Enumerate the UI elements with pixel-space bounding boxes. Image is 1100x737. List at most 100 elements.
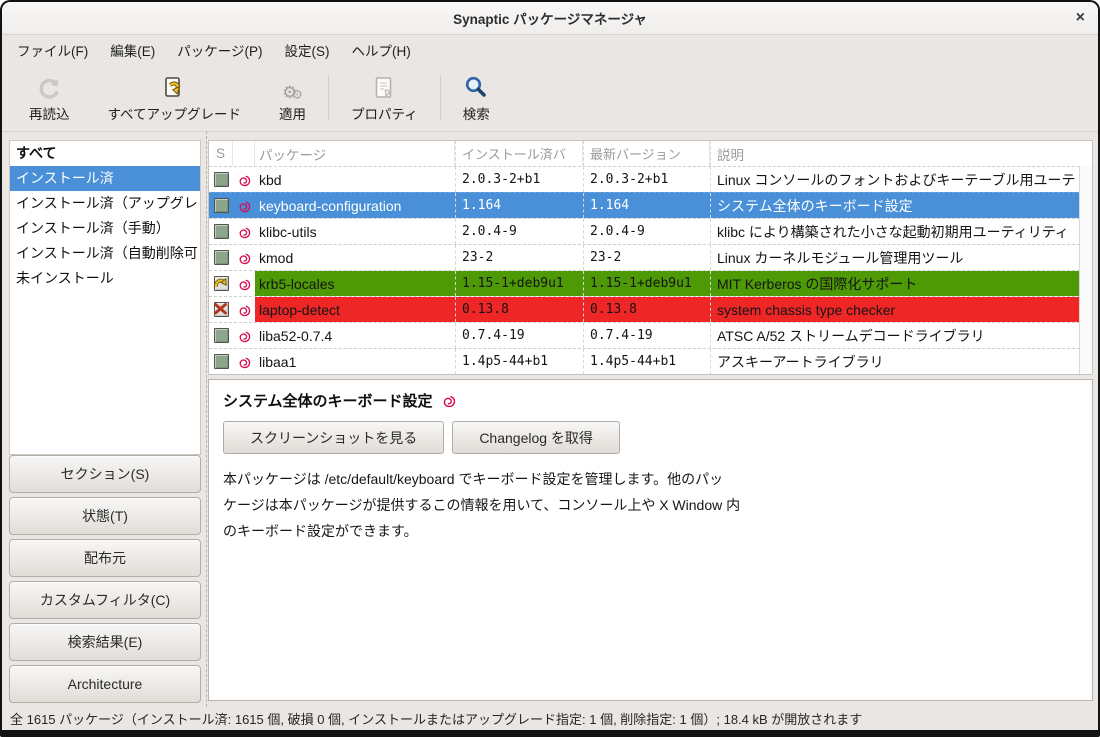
filter-view-buttons: セクション(S) 状態(T) 配布元 カスタムフィルタ(C) 検索結果(E) A… — [9, 455, 201, 703]
status-bar: 全 1615 パッケージ（インストール済: 1615 個, 破損 0 個, イン… — [2, 707, 1098, 730]
package-table: S パッケージ インストール済バ 最新バージョン 説明 kbd 2.0.3-2+… — [208, 140, 1093, 375]
filter-installed-manual[interactable]: インストール済（手動） — [10, 216, 200, 241]
menu-help[interactable]: ヘルプ(H) — [340, 35, 421, 65]
apply-button[interactable]: ⚙⚙ 適用 — [260, 65, 325, 131]
window-title: Synaptic パッケージマネージャ — [453, 8, 647, 28]
detail-description-line: ケージは本パッケージが提供するこの情報を用いて、コンソール上や X Window… — [223, 492, 1078, 518]
marked-upgrade-icon[interactable] — [209, 271, 233, 296]
menu-edit[interactable]: 編集(E) — [99, 35, 166, 65]
table-row-marked-remove[interactable]: laptop-detect 0.13.8 0.13.8 system chass… — [209, 296, 1080, 322]
status-text: 全 1615 パッケージ（インストール済: 1615 個, 破損 0 個, イン… — [10, 709, 862, 728]
sidebar: すべて インストール済 インストール済（アップグレ インストール済（手動） イン… — [2, 131, 207, 707]
package-description: アスキーアートライブラリ — [710, 349, 1080, 374]
table-row[interactable]: libaa1 1.4p5-44+b1 1.4p5-44+b1 アスキーアートライ… — [209, 348, 1080, 374]
toolbar-separator — [328, 75, 329, 121]
table-row[interactable]: kmod 23-2 23-2 Linux カーネルモジュール管理用ツール — [209, 244, 1080, 270]
header-package[interactable]: パッケージ — [255, 141, 455, 166]
latest-version: 1.15-1+deb9u1 — [583, 271, 710, 296]
installed-checkbox-icon[interactable] — [209, 193, 233, 218]
debian-swirl-icon — [441, 393, 456, 408]
table-row[interactable]: klibc-utils 2.0.4-9 2.0.4-9 klibc により構築さ… — [209, 218, 1080, 244]
table-row-marked-upgrade[interactable]: krb5-locales 1.15-1+deb9u1 1.15-1+deb9u1… — [209, 270, 1080, 296]
package-name: laptop-detect — [255, 297, 455, 322]
filter-not-installed[interactable]: 未インストール — [10, 266, 200, 291]
package-name: klibc-utils — [255, 219, 455, 244]
origin-button[interactable]: 配布元 — [9, 539, 201, 577]
header-description[interactable]: 説明 — [710, 141, 1080, 166]
title-bar[interactable]: Synaptic パッケージマネージャ × — [2, 2, 1098, 35]
installed-version: 0.13.8 — [455, 297, 583, 322]
package-name: krb5-locales — [255, 271, 455, 296]
filter-installed[interactable]: インストール済 — [10, 166, 200, 191]
latest-version: 2.0.3-2+b1 — [583, 167, 710, 192]
filter-all[interactable]: すべて — [10, 141, 200, 166]
header-icon[interactable] — [233, 141, 255, 166]
debian-swirl-icon — [233, 349, 255, 374]
table-row-selected[interactable]: keyboard-configuration 1.164 1.164 システム全… — [209, 192, 1080, 218]
installed-checkbox-icon[interactable] — [209, 219, 233, 244]
synaptic-window: Synaptic パッケージマネージャ × ファイル(F) 編集(E) パッケー… — [0, 0, 1100, 737]
package-name: kbd — [255, 167, 455, 192]
properties-label: プロパティ — [351, 103, 418, 123]
header-latest-version[interactable]: 最新バージョン — [583, 141, 710, 166]
debian-swirl-icon — [233, 323, 255, 348]
architecture-button[interactable]: Architecture — [9, 665, 201, 703]
reload-label: 再読込 — [29, 103, 70, 123]
installed-version: 23-2 — [455, 245, 583, 270]
menu-bar: ファイル(F) 編集(E) パッケージ(P) 設定(S) ヘルプ(H) — [2, 35, 1098, 65]
table-row[interactable]: liba52-0.7.4 0.7.4-19 0.7.4-19 ATSC A/52… — [209, 322, 1080, 348]
view-screenshot-button[interactable]: スクリーンショットを見る — [223, 421, 444, 454]
search-button[interactable]: 検索 — [444, 65, 509, 131]
latest-version: 23-2 — [583, 245, 710, 270]
close-icon[interactable]: × — [1076, 2, 1085, 34]
latest-version: 1.4p5-44+b1 — [583, 349, 710, 374]
menu-settings[interactable]: 設定(S) — [273, 35, 340, 65]
installed-checkbox-icon[interactable] — [209, 245, 233, 270]
package-description: Linux コンソールのフォントおよびキーテーブル用ユーテ — [710, 167, 1080, 192]
apply-label: 適用 — [279, 103, 306, 123]
debian-swirl-icon — [233, 297, 255, 322]
package-description: system chassis type checker — [710, 297, 1080, 322]
get-changelog-button[interactable]: Changelog を取得 — [452, 421, 620, 454]
installed-version: 0.7.4-19 — [455, 323, 583, 348]
menu-package[interactable]: パッケージ(P) — [166, 35, 273, 65]
latest-version: 0.7.4-19 — [583, 323, 710, 348]
package-name: liba52-0.7.4 — [255, 323, 455, 348]
main-pane: S パッケージ インストール済バ 最新バージョン 説明 kbd 2.0.3-2+… — [207, 131, 1098, 707]
vertical-scrollbar[interactable] — [1079, 166, 1092, 374]
status-button[interactable]: 状態(T) — [9, 497, 201, 535]
reload-button[interactable]: 再読込 — [10, 65, 89, 131]
installed-version: 1.4p5-44+b1 — [455, 349, 583, 374]
detail-description: 本パッケージは /etc/default/keyboard でキーボード設定を管… — [223, 466, 1078, 544]
custom-filters-button[interactable]: カスタムフィルタ(C) — [9, 581, 201, 619]
filter-installed-autoremovable[interactable]: インストール済（自動削除可 — [10, 241, 200, 266]
search-icon — [463, 73, 489, 101]
filter-installed-upgradable[interactable]: インストール済（アップグレ — [10, 191, 200, 216]
filter-list: すべて インストール済 インストール済（アップグレ インストール済（手動） イン… — [9, 140, 201, 455]
debian-swirl-icon — [233, 245, 255, 270]
reload-icon — [36, 73, 62, 101]
sections-button[interactable]: セクション(S) — [9, 455, 201, 493]
package-detail-pane: システム全体のキーボード設定 スクリーンショットを見る Changelog を取… — [208, 379, 1093, 701]
installed-version: 2.0.4-9 — [455, 219, 583, 244]
debian-swirl-icon — [233, 219, 255, 244]
installed-checkbox-icon[interactable] — [209, 167, 233, 192]
installed-checkbox-icon[interactable] — [209, 349, 233, 374]
marked-remove-icon[interactable] — [209, 297, 233, 322]
installed-checkbox-icon[interactable] — [209, 323, 233, 348]
detail-buttons: スクリーンショットを見る Changelog を取得 — [223, 421, 1078, 454]
package-description: システム全体のキーボード設定 — [710, 193, 1080, 218]
header-installed-version[interactable]: インストール済バ — [455, 141, 583, 166]
debian-swirl-icon — [233, 271, 255, 296]
package-name: kmod — [255, 245, 455, 270]
latest-version: 0.13.8 — [583, 297, 710, 322]
table-row[interactable]: kbd 2.0.3-2+b1 2.0.3-2+b1 Linux コンソールのフォ… — [209, 166, 1080, 192]
header-status[interactable]: S — [209, 141, 233, 166]
detail-title: システム全体のキーボード設定 — [223, 390, 433, 411]
upgrade-all-label: すべてアップグレード — [108, 103, 242, 123]
upgrade-all-button[interactable]: すべてアップグレード — [89, 65, 261, 131]
menu-file[interactable]: ファイル(F) — [6, 35, 99, 65]
search-results-button[interactable]: 検索結果(E) — [9, 623, 201, 661]
search-label: 検索 — [463, 103, 490, 123]
properties-button[interactable]: プロパティ — [332, 65, 437, 131]
